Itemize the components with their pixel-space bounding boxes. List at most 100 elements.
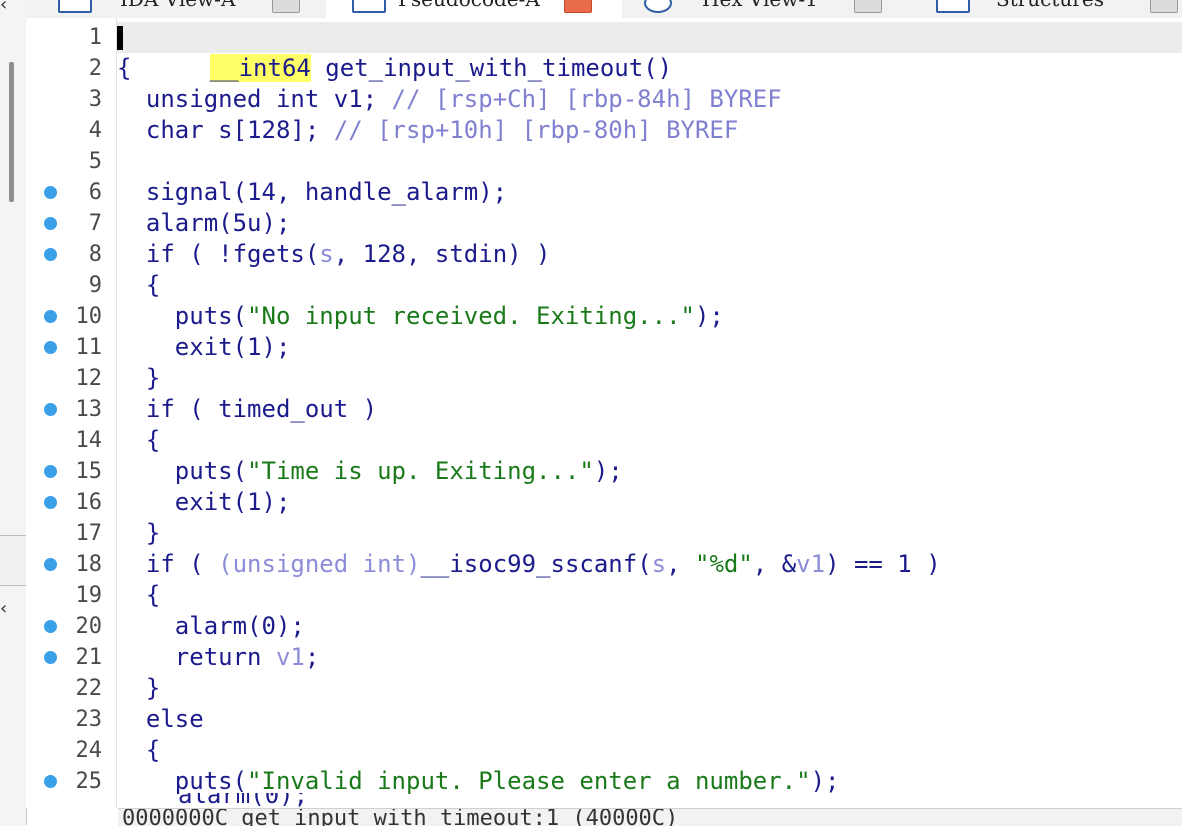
tab-label: Hex View-1 [702,0,818,11]
function-signature[interactable]: get_input_with_timeout() [311,54,672,82]
collapse-left-icon-lower[interactable]: ‹ [0,598,7,619]
tab-hex-view-1[interactable]: Hex View-1 [622,0,912,18]
code-text: } [117,519,161,547]
line-number: 13 [75,397,103,422]
line-number: 22 [75,676,103,701]
code-variable[interactable]: s [319,240,333,268]
code-line-21[interactable]: return v1; [117,642,320,673]
text-cursor [117,26,123,50]
tab-pseudocode-a[interactable]: Pseudocode-A [326,0,622,18]
close-icon[interactable] [272,0,300,13]
line-number: 4 [88,118,102,143]
line-number: 9 [88,273,102,298]
pseudocode-icon [352,0,386,13]
code-line-7[interactable]: alarm(5u); [117,208,291,239]
code-line-2[interactable]: { [117,53,131,84]
close-icon[interactable] [564,0,592,13]
ida-view-icon [58,0,92,13]
code-line-8[interactable]: if ( !fgets(s, 128, stdin) ) [117,239,551,270]
code-text: ); [593,457,623,485]
code-text: } [117,674,161,702]
code-line-18[interactable]: if ( (unsigned int)__isoc99_sscanf(s, "%… [117,549,941,580]
code-text: , [666,550,695,578]
code-area[interactable]: __int64 get_input_with_timeout() { unsig… [117,18,1182,808]
line-number: 1 [88,25,102,50]
hex-view-icon [644,0,672,13]
close-icon[interactable] [854,0,882,13]
tab-bar: IDA View-A Pseudocode-A Hex View-1 Struc… [26,0,1182,19]
code-line-15[interactable]: puts("Time is up. Exiting..."); [117,456,623,487]
code-line-12[interactable]: } [117,363,160,394]
line-number: 3 [88,87,102,112]
line-number: 6 [88,180,102,205]
code-line-13[interactable]: if ( timed_out ) [117,394,377,425]
line-number: 16 [75,490,103,515]
left-panel-lower [0,585,26,826]
code-line-4[interactable]: char s[128]; // [rsp+10h] [rbp-80h] BYRE… [117,115,738,146]
tab-label: IDA View-A [120,0,235,11]
left-side-panel: ‹ ‹ [0,0,27,826]
close-icon[interactable] [1150,0,1178,13]
code-line-22[interactable]: } [117,673,160,704]
code-string: "No input received. Exiting..." [247,302,695,330]
code-line-3[interactable]: unsigned int v1; // [rsp+Ch] [rbp-84h] B… [117,84,782,115]
code-text: if ( !fgets( [117,240,320,268]
code-comment: // [rsp+Ch] [rbp-84h] BYREF [391,85,782,113]
line-number: 21 [75,645,103,670]
code-text: exit(1); [117,488,291,516]
code-comment: // [rsp+10h] [rbp-80h] BYREF [333,116,739,144]
status-bar: 0000000C get_input_with_timeout:1 (40000… [118,808,1182,826]
code-line-19[interactable]: { [117,580,160,611]
code-text: { [117,581,161,609]
code-line-26-partial: alarm(0); [178,793,308,809]
status-text: 0000000C get_input_with_timeout:1 (40000… [122,808,679,826]
line-number-gutter[interactable]: 1 2 3 4 5 6 7 8 9 10 11 12 13 14 15 16 17 18 19 20 21 22 23 24 2… [26,18,116,808]
code-text: unsigned int v1; [117,85,392,113]
return-type[interactable]: __int64 [209,54,311,82]
code-line-9[interactable]: { [117,270,160,301]
pseudocode-editor[interactable]: 1 2 3 4 5 6 7 8 9 10 11 12 13 14 15 16 17 18 19 20 21 22 23 24 2… [26,18,1182,808]
tab-ida-view-a[interactable]: IDA View-A [26,0,326,18]
code-variable[interactable]: s [652,550,666,578]
line-number: 19 [75,583,103,608]
code-text: ); [810,767,840,795]
code-text: { [117,736,161,764]
code-text: ; [304,643,320,671]
code-text: , 128, stdin) ) [333,240,551,268]
code-variable[interactable]: v1 [796,550,825,578]
code-text: __isoc99_sscanf( [420,550,652,578]
line-number: 17 [75,521,103,546]
code-line-23[interactable]: else [117,704,204,735]
left-panel-scrollbar-thumb[interactable] [9,62,14,202]
line-number: 7 [88,211,102,236]
code-line-6[interactable]: signal(14, handle_alarm); [117,177,507,208]
code-line-16[interactable]: exit(1); [117,487,291,518]
line-number: 11 [75,335,103,360]
code-text: { [117,271,161,299]
line-number: 2 [88,56,102,81]
line-number: 18 [75,552,103,577]
code-line-1[interactable]: __int64 get_input_with_timeout() [117,22,1182,82]
code-line-11[interactable]: exit(1); [117,332,291,363]
line-number: 12 [75,366,103,391]
line-number: 5 [88,149,102,174]
code-text: if ( [117,550,219,578]
code-text: alarm(0); [178,793,309,809]
code-text: signal(14, handle_alarm); [117,178,508,206]
code-string: "%d" [695,550,753,578]
code-line-10[interactable]: puts("No input received. Exiting..."); [117,301,724,332]
code-string: "Invalid input. Please enter a number." [247,767,811,795]
code-text: if ( timed_out ) [117,395,378,423]
code-text: puts( [117,457,248,485]
code-line-20[interactable]: alarm(0); [117,611,305,642]
tab-structures[interactable]: Structures [912,0,1182,18]
collapse-left-icon[interactable]: ‹ [0,0,7,15]
code-variable[interactable]: v1 [276,643,305,671]
code-text: , & [752,550,797,578]
code-text: else [117,705,204,733]
code-line-14[interactable]: { [117,425,160,456]
code-line-24[interactable]: { [117,735,160,766]
code-cast: (unsigned int) [218,550,421,578]
code-line-17[interactable]: } [117,518,160,549]
line-number: 25 [75,769,103,794]
